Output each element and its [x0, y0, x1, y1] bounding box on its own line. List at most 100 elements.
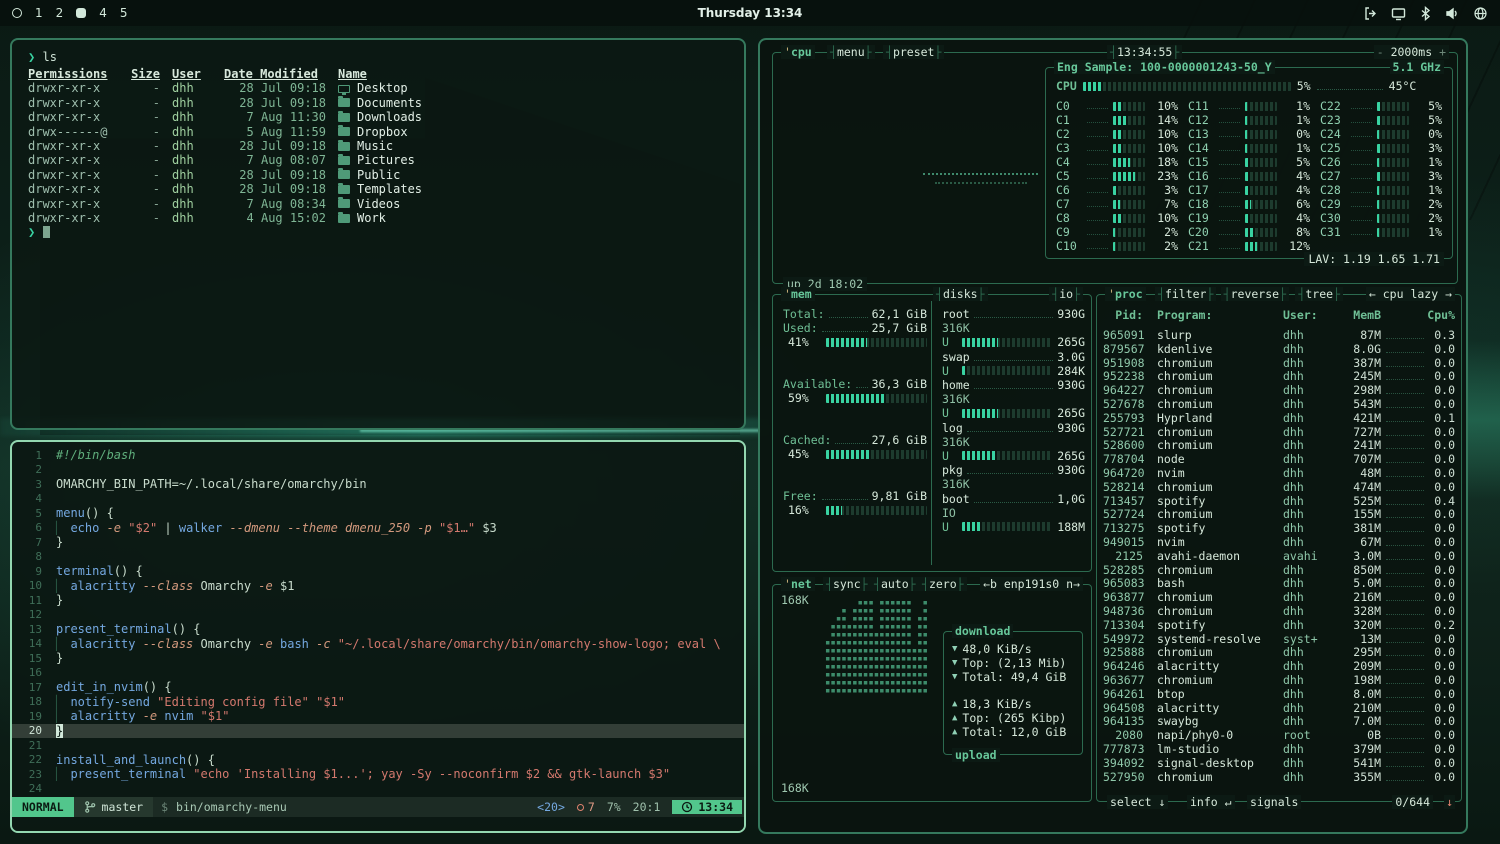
git-branch[interactable]: master [74, 797, 154, 817]
editor-window[interactable]: 1#!/bin/bash23OMARCHY_BIN_PATH=~/.local/… [10, 440, 746, 833]
code-line[interactable]: 16 [12, 666, 744, 681]
code-line[interactable]: 13present_terminal() { [12, 622, 744, 637]
process-row[interactable]: 965083bashdhh5.0M0.0 [1103, 576, 1455, 590]
code-line[interactable]: 15} [12, 651, 744, 666]
process-row[interactable]: 964246alacrittydhh209M0.0 [1103, 659, 1455, 673]
process-row[interactable]: 713275spotifydhh381M0.0 [1103, 521, 1455, 535]
proc-filter-button[interactable]: filter [1155, 287, 1216, 301]
net-auto-button[interactable]: auto [871, 577, 919, 591]
process-row[interactable]: 527721chromiumdhh727M0.0 [1103, 425, 1455, 439]
code-line[interactable]: 8 [12, 550, 744, 565]
code-line[interactable]: 3OMARCHY_BIN_PATH=~/.local/share/omarchy… [12, 477, 744, 492]
code-line[interactable]: 22install_and_launch() { [12, 753, 744, 768]
code-line[interactable]: 18▏ notify-send "Editing config file" "$… [12, 695, 744, 710]
process-row[interactable]: 879567kdenlivedhh8.0G0.0 [1103, 342, 1455, 356]
process-row[interactable]: 949015nvimdhh67M0.0 [1103, 535, 1455, 549]
process-row[interactable]: 965091slurpdhh87M0.3 [1103, 328, 1455, 342]
code-line[interactable]: 23▏ present_terminal "echo 'Installing $… [12, 767, 744, 782]
code-line[interactable]: 9terminal() { [12, 564, 744, 579]
process-row[interactable]: 528600chromiumdhh241M0.0 [1103, 438, 1455, 452]
code-line[interactable]: 12 [12, 608, 744, 623]
process-row[interactable]: 394092signal-desktopdhh541M0.0 [1103, 756, 1455, 770]
code-line[interactable]: 14▏ alacritty --class Omarchy -e bash -c… [12, 637, 744, 652]
file-link[interactable]: Videos [338, 197, 728, 211]
clock[interactable]: Thursday 13:34 [0, 6, 1500, 20]
process-row[interactable]: 528214chromiumdhh474M0.0 [1103, 480, 1455, 494]
scroll-down-icon[interactable]: ↓ [1444, 795, 1455, 809]
file-link[interactable]: Templates [338, 182, 728, 196]
file-link[interactable]: Pictures [338, 153, 728, 167]
code-line[interactable]: 10▏ alacritty --class Omarchy -e $1 [12, 579, 744, 594]
btop-window[interactable]: cpu menu preset 13:34:55 - 2000ms + up 2… [758, 38, 1468, 834]
proc-tree-button[interactable]: tree [1295, 287, 1343, 301]
code-line[interactable]: 21 [12, 738, 744, 753]
process-row[interactable]: 963677chromiumdhh198M0.0 [1103, 673, 1455, 687]
code-line[interactable]: 7} [12, 535, 744, 550]
proc-signals-button[interactable]: signals [1247, 795, 1301, 809]
process-row[interactable]: 963877chromiumdhh216M0.0 [1103, 590, 1455, 604]
file-link[interactable]: Dropbox [338, 125, 728, 139]
sort-by-program[interactable]: Program: [1149, 308, 1283, 322]
net-interface[interactable]: ←b enp191s0 n→ [980, 577, 1083, 591]
code-area[interactable]: 1#!/bin/bash23OMARCHY_BIN_PATH=~/.local/… [12, 448, 744, 796]
process-row[interactable]: 964135swaybgdhh7.0M0.0 [1103, 714, 1455, 728]
volume-icon[interactable] [1445, 6, 1460, 21]
code-line[interactable]: 20} [12, 724, 744, 739]
code-line[interactable]: 11} [12, 593, 744, 608]
process-row[interactable]: 528285chromiumdhh850M0.0 [1103, 563, 1455, 577]
file-link[interactable]: Work [338, 211, 728, 225]
sort-by-cpu[interactable]: Cpu% [1423, 308, 1455, 322]
process-row[interactable]: 2125avahi-daemonavahi3.0M0.0 [1103, 549, 1455, 563]
io-tab[interactable]: io [1049, 287, 1083, 301]
process-row[interactable]: 549972systemd-resolvesyst+13M0.0 [1103, 632, 1455, 646]
code-line[interactable]: 5menu() { [12, 506, 744, 521]
process-row[interactable]: 777873lm-studiodhh379M0.0 [1103, 742, 1455, 756]
proc-reverse-button[interactable]: reverse [1221, 287, 1289, 301]
screencast-icon[interactable] [1391, 6, 1406, 21]
process-row[interactable]: 527678chromiumdhh543M0.0 [1103, 397, 1455, 411]
process-row[interactable]: 951908chromiumdhh387M0.0 [1103, 356, 1455, 370]
interval-minus-button[interactable]: - [1377, 45, 1384, 59]
sort-by-memory[interactable]: MemB [1333, 308, 1381, 322]
process-row[interactable]: 713304spotifydhh320M0.2 [1103, 618, 1455, 632]
proc-select-button[interactable]: select ↓ [1107, 795, 1168, 809]
disks-tab[interactable]: disks [933, 287, 988, 301]
bluetooth-icon[interactable] [1419, 6, 1432, 21]
process-row[interactable]: 948736chromiumdhh328M0.0 [1103, 604, 1455, 618]
process-row[interactable]: 2080napi/phy0-0root0B0.0 [1103, 728, 1455, 742]
process-row[interactable]: 527950chromiumdhh355M0.0 [1103, 770, 1455, 784]
process-row[interactable]: 925888chromiumdhh295M0.0 [1103, 645, 1455, 659]
file-link[interactable]: Documents [338, 96, 728, 110]
process-row[interactable]: 964508alacrittydhh210M0.0 [1103, 701, 1455, 715]
globe-icon[interactable] [1473, 6, 1488, 21]
net-sync-button[interactable]: sync [823, 577, 871, 591]
process-row[interactable]: 964227chromiumdhh298M0.0 [1103, 383, 1455, 397]
file-link[interactable]: Desktop [338, 81, 728, 95]
file-link[interactable]: Music [338, 139, 728, 153]
code-line[interactable]: 19▏ alacritty -e nvim "$1" [12, 709, 744, 724]
process-row[interactable]: 255793Hyprlanddhh421M0.1 [1103, 411, 1455, 425]
interval-plus-button[interactable]: + [1439, 45, 1446, 59]
shell-prompt-line[interactable]: ❯ [28, 225, 728, 240]
process-row[interactable]: 964261btopdhh8.0M0.0 [1103, 687, 1455, 701]
sort-by-user[interactable]: User: [1283, 308, 1333, 322]
file-link[interactable]: Public [338, 168, 728, 182]
process-row[interactable]: 952238chromiumdhh245M0.0 [1103, 369, 1455, 383]
code-line[interactable]: 1#!/bin/bash [12, 448, 744, 463]
file-link[interactable]: Downloads [338, 110, 728, 124]
code-line[interactable]: 4 [12, 492, 744, 507]
process-row[interactable]: 778704nodedhh707M0.0 [1103, 452, 1455, 466]
code-line[interactable]: 2 [12, 463, 744, 478]
net-zero-button[interactable]: zero [919, 577, 967, 591]
proc-info-button[interactable]: info ↵ [1187, 795, 1235, 809]
code-line[interactable]: 17edit_in_nvim() { [12, 680, 744, 695]
sort-by-pid[interactable]: Pid: [1103, 308, 1149, 322]
code-line[interactable]: 24 [12, 782, 744, 797]
code-line[interactable]: 6▏ echo -e "$2" | walker --dmenu --theme… [12, 521, 744, 536]
cpu-preset-button[interactable]: preset [883, 45, 944, 59]
terminal-window[interactable]: ❯ ls PermissionsSizeUserDate ModifiedNam… [10, 38, 746, 430]
process-row[interactable]: 527724chromiumdhh155M0.0 [1103, 507, 1455, 521]
logout-icon[interactable] [1363, 6, 1378, 21]
cpu-menu-button[interactable]: menu [827, 45, 875, 59]
proc-sort-selector[interactable]: ← cpu lazy → [1366, 287, 1455, 301]
